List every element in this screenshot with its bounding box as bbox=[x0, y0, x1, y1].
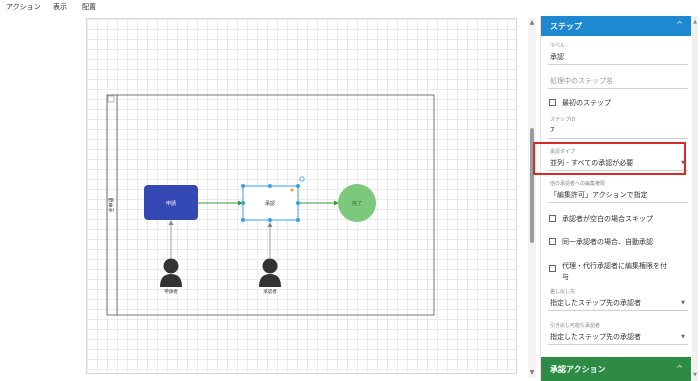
workflow-diagram: 全申請 申請 承認 完了 申請者 承認者 bbox=[106, 94, 435, 316]
divider bbox=[548, 310, 688, 311]
send-back-value: 指定したステップ先の承認者 bbox=[550, 299, 641, 307]
edit-permission-value: 「編集許可」アクションで指定 bbox=[550, 191, 648, 199]
panel-header-title: ステップ bbox=[550, 22, 582, 31]
chevron-down-icon: ▼ bbox=[681, 334, 685, 340]
scroll-up-icon[interactable]: ▲ bbox=[529, 20, 535, 26]
chevron-down-icon: ▼ bbox=[681, 300, 685, 306]
skip-empty-checkbox[interactable] bbox=[549, 215, 556, 222]
divider bbox=[548, 138, 688, 139]
send-back-label: 差し戻し先 bbox=[550, 289, 576, 295]
edit-permission-label: 他の承認者への編集権限 bbox=[550, 181, 606, 187]
approval-type-highlight bbox=[533, 142, 686, 175]
node-apply-label: 申請 bbox=[166, 200, 176, 207]
divider bbox=[548, 88, 688, 89]
auto-approve-checkbox[interactable] bbox=[549, 238, 556, 245]
step-id-label: ステップID bbox=[550, 117, 576, 123]
properties-panel: ステップ ^ ラベル 承認 処理中のステップ名 最初のステップ ステップID 7… bbox=[540, 16, 691, 381]
proxy-edit-label-line2: 与 bbox=[562, 273, 569, 281]
divider bbox=[548, 64, 688, 65]
edit-permission-select[interactable]: 「編集許可」アクションで指定 bbox=[548, 188, 688, 201]
actor-applicant-label: 申請者 bbox=[164, 288, 178, 295]
step-id-input[interactable]: 7 bbox=[550, 126, 554, 134]
actor-approver[interactable]: 承認者 bbox=[259, 258, 281, 296]
pull-back-value: 指定したステップ先の承認者 bbox=[550, 333, 641, 341]
divider bbox=[548, 202, 688, 203]
skip-empty-checkbox-row[interactable]: 承認者が空白の場合スキップ bbox=[548, 213, 688, 225]
canvas-scrollbar[interactable]: ▲ ▼ bbox=[528, 18, 536, 378]
auto-approve-checkbox-row[interactable]: 同一承認者の場合、自動承認 bbox=[548, 236, 688, 248]
panel-scrollbar[interactable]: ▲ ▼ bbox=[692, 16, 698, 381]
label-field-label: ラベル bbox=[550, 43, 566, 49]
node-approve-label: 承認 bbox=[265, 200, 275, 207]
skip-empty-label: 承認者が空白の場合スキップ bbox=[562, 215, 653, 223]
person-icon bbox=[259, 258, 281, 287]
node-approve[interactable]: 承認 bbox=[241, 176, 305, 222]
send-back-select[interactable]: 指定したステップ先の承認者 ▼ bbox=[548, 296, 688, 309]
node-done[interactable]: 完了 bbox=[338, 184, 376, 222]
divider bbox=[548, 344, 688, 345]
first-step-label: 最初のステップ bbox=[562, 99, 611, 107]
rotate-handle-icon[interactable] bbox=[299, 176, 305, 182]
auto-approve-label: 同一承認者の場合、自動承認 bbox=[562, 238, 653, 246]
panel-header-step[interactable]: ステップ ^ bbox=[541, 16, 691, 36]
proxy-edit-checkbox[interactable] bbox=[549, 265, 556, 272]
node-done-label: 完了 bbox=[352, 200, 362, 207]
proxy-edit-checkbox-row[interactable]: 代理・代行承認者に編集権限を付 与 bbox=[548, 260, 688, 284]
swimlane-label: 全申請 bbox=[108, 197, 115, 212]
processing-name-input[interactable]: 処理中のステップ名 bbox=[550, 76, 613, 86]
person-icon bbox=[160, 258, 182, 287]
scroll-down-icon[interactable]: ▼ bbox=[529, 370, 535, 376]
scroll-down-icon[interactable]: ▼ bbox=[692, 372, 698, 378]
edit-marker-icon bbox=[290, 188, 294, 192]
chevron-up-icon[interactable]: ^ bbox=[676, 20, 683, 29]
pull-back-label: 引き戻し可能な承認者 bbox=[550, 323, 601, 329]
first-step-checkbox-row[interactable]: 最初のステップ bbox=[548, 97, 688, 109]
panel-section-approval-actions[interactable]: 承認アクション ^ bbox=[541, 357, 691, 381]
approval-actions-title: 承認アクション bbox=[550, 365, 606, 374]
label-field-input[interactable]: 承認 bbox=[550, 52, 564, 62]
actor-approver-label: 承認者 bbox=[263, 288, 277, 295]
first-step-checkbox[interactable] bbox=[549, 99, 556, 106]
proxy-edit-label-line1: 代理・代行承認者に編集権限を付 bbox=[562, 262, 667, 270]
node-apply[interactable]: 申請 bbox=[144, 185, 198, 220]
scroll-up-icon[interactable]: ▲ bbox=[692, 19, 698, 25]
chevron-up-icon[interactable]: ^ bbox=[676, 364, 683, 373]
actor-applicant[interactable]: 申請者 bbox=[160, 258, 182, 296]
pull-back-select[interactable]: 指定したステップ先の承認者 ▼ bbox=[548, 330, 688, 343]
